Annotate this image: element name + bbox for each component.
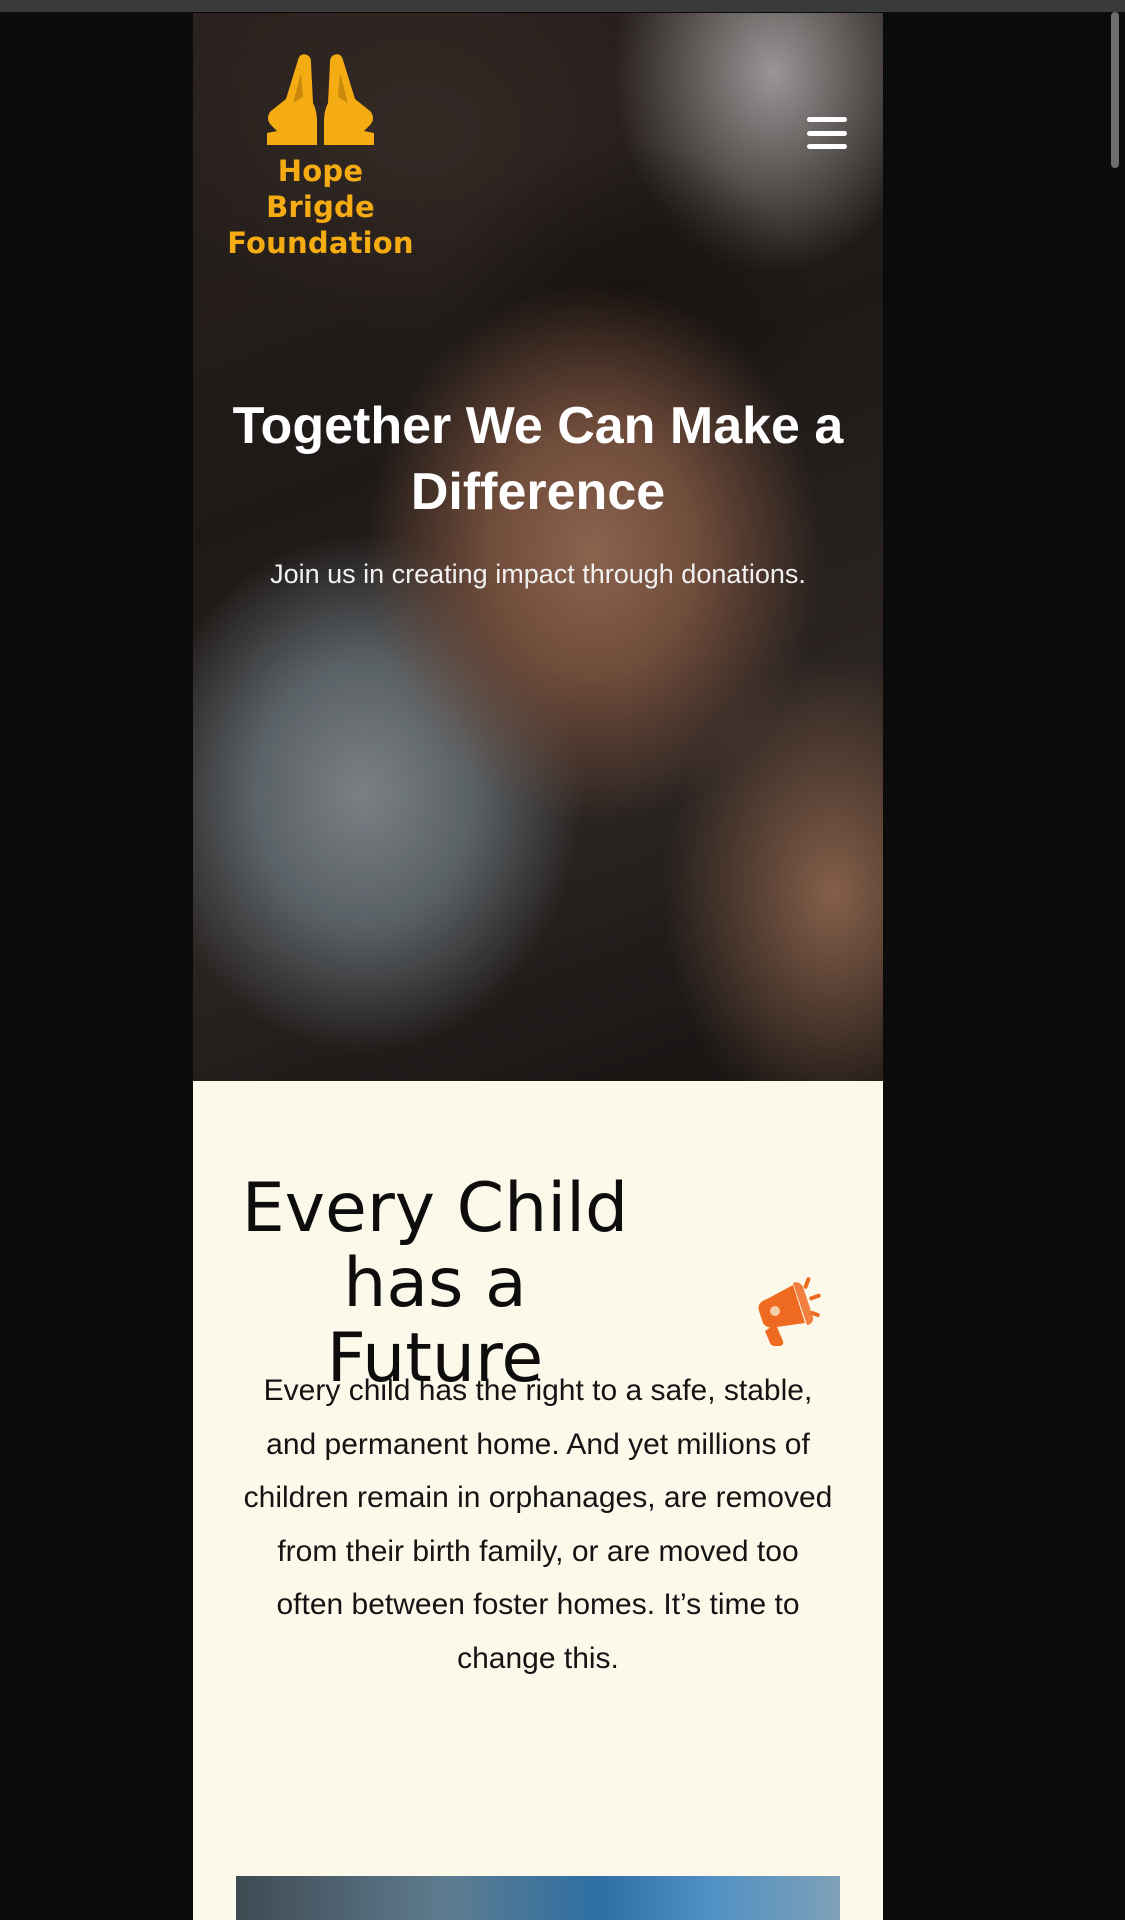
brand-logo[interactable]: Hope Brigde Foundation bbox=[223, 51, 418, 261]
hero-section: Hope Brigde Foundation Together We Can M… bbox=[193, 13, 883, 1081]
hero-subtitle: Join us in creating impact through donat… bbox=[270, 559, 806, 589]
section-photo bbox=[236, 1876, 840, 1920]
window-top-bar bbox=[0, 0, 1125, 12]
megaphone-icon bbox=[758, 1277, 821, 1346]
scrollbar[interactable] bbox=[1111, 12, 1119, 168]
section-title: Every Child has a Future bbox=[241, 1169, 629, 1398]
praying-hands-icon bbox=[267, 54, 374, 145]
menu-bar bbox=[807, 130, 847, 136]
brand-name-line1: Hope Brigde bbox=[266, 154, 375, 224]
future-section: Every Child has a Future Every child has… bbox=[193, 1081, 883, 1920]
menu-bar bbox=[807, 144, 847, 149]
brand-name-line2: Foundation bbox=[227, 226, 414, 260]
section-body-text: Every child has the right to a safe, sta… bbox=[243, 1374, 833, 1675]
mobile-viewport: Hope Brigde Foundation Together We Can M… bbox=[193, 13, 883, 1920]
menu-bar bbox=[807, 117, 847, 122]
hero-title: Together We Can Make a Difference bbox=[232, 397, 844, 521]
hamburger-menu-icon[interactable] bbox=[803, 113, 851, 153]
brand-name: Hope Brigde Foundation bbox=[223, 153, 418, 261]
